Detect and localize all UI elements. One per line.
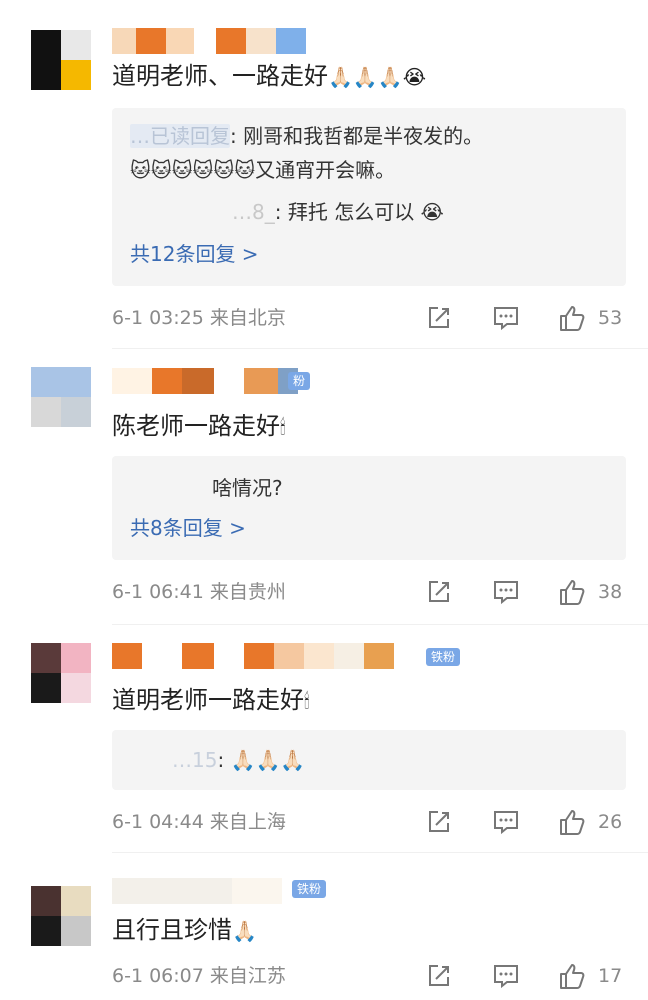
reply-item: …15: 🙏🏻🙏🏻🙏🏻 — [172, 748, 306, 772]
fan-badge: 铁粉 — [292, 880, 327, 898]
share-icon[interactable] — [426, 577, 452, 607]
reply-box[interactable]: 啥情况? 共8条回复 > — [112, 456, 626, 560]
reply-text: 刚哥和我哲都是半夜发的。 — [243, 124, 484, 148]
location: 来自江苏 — [209, 965, 286, 987]
location: 来自上海 — [209, 811, 286, 833]
candle-emoji: 🕯 — [304, 689, 310, 713]
reply-text: 🙏🏻🙏🏻🙏🏻 — [230, 748, 306, 772]
emoji: 🙏🏻 — [232, 919, 257, 943]
location: 来自北京 — [209, 307, 286, 329]
action-bar: 53 — [418, 303, 648, 333]
reply-item: 啥情况? — [212, 474, 283, 502]
reply-item: …8_: 拜托 怎么可以 😭 — [232, 200, 444, 224]
comment-meta: 6-1 06:07 来自江苏 — [112, 962, 286, 990]
fan-badge: 铁粉 — [426, 648, 461, 666]
share-icon[interactable] — [426, 303, 452, 333]
avatar[interactable] — [31, 367, 91, 427]
comment-icon[interactable] — [492, 577, 520, 607]
candle-emoji: 🕯 — [280, 415, 286, 439]
location: 来自贵州 — [209, 581, 286, 603]
comment-body: 道明老师、一路走好 — [112, 62, 328, 90]
reply-author[interactable]: …15 — [172, 748, 217, 772]
comment-meta: 6-1 03:25 来自北京 — [112, 304, 286, 332]
timestamp: 6-1 03:25 — [112, 307, 204, 329]
username-redacted[interactable] — [112, 643, 394, 669]
reply-item: 🐱🐱🐱🐱🐱🐱又通宵开会嘛。 — [130, 156, 395, 184]
reply-author[interactable]: …已读回复 — [130, 124, 230, 148]
action-bar: 17 — [418, 961, 648, 991]
username-redacted[interactable] — [112, 368, 298, 394]
timestamp: 6-1 06:07 — [112, 965, 204, 987]
reply-box[interactable]: …15: 🙏🏻🙏🏻🙏🏻 — [112, 730, 626, 790]
divider — [112, 852, 648, 853]
comment-body: 陈老师一路走好 — [112, 412, 280, 440]
reply-text: 啥情况? — [212, 476, 283, 500]
more-replies-link[interactable]: 共8条回复 > — [130, 514, 246, 542]
comment-icon[interactable] — [492, 807, 520, 837]
username-redacted[interactable] — [112, 878, 282, 904]
comment-text: 道明老师一路走好🕯 — [112, 684, 310, 717]
avatar[interactable] — [31, 30, 91, 90]
fan-badge: 粉 — [288, 372, 311, 390]
action-bar: 38 — [418, 577, 648, 607]
reply-text: 🐱🐱🐱🐱🐱🐱又通宵开会嘛。 — [130, 158, 396, 182]
action-bar: 26 — [418, 807, 648, 837]
like-count: 53 — [598, 307, 623, 329]
comment-icon[interactable] — [492, 303, 520, 333]
comment-body: 道明老师一路走好 — [112, 686, 304, 714]
reply-box[interactable]: …已读回复: 刚哥和我哲都是半夜发的。 🐱🐱🐱🐱🐱🐱又通宵开会嘛。 …8_: 拜… — [112, 108, 626, 286]
comment-text: 陈老师一路走好🕯 — [112, 410, 286, 443]
like-count: 17 — [598, 965, 623, 987]
more-replies-link[interactable]: 共12条回复 > — [130, 240, 259, 268]
reply-item: …已读回复: 刚哥和我哲都是半夜发的。 — [130, 124, 484, 148]
reply-text: 拜托 怎么可以 😭 — [287, 200, 444, 224]
timestamp: 6-1 04:44 — [112, 811, 204, 833]
comment-text: 道明老师、一路走好🙏🏻🙏🏻🙏🏻😭 — [112, 60, 426, 93]
reply-author[interactable]: …8_ — [232, 200, 275, 224]
divider — [112, 348, 648, 349]
comment-meta: 6-1 06:41 来自贵州 — [112, 578, 286, 606]
like-icon[interactable] — [558, 807, 588, 837]
like-icon[interactable] — [558, 577, 588, 607]
username-redacted[interactable] — [112, 28, 306, 54]
timestamp: 6-1 06:41 — [112, 581, 204, 603]
avatar[interactable] — [31, 643, 91, 703]
like-count: 26 — [598, 811, 623, 833]
like-count: 38 — [598, 581, 623, 603]
divider — [112, 624, 648, 625]
emoji: 🙏🏻🙏🏻🙏🏻😭 — [328, 65, 427, 89]
share-icon[interactable] — [426, 961, 452, 991]
share-icon[interactable] — [426, 807, 452, 837]
comment-icon[interactable] — [492, 961, 520, 991]
like-icon[interactable] — [558, 961, 588, 991]
comment-body: 且行且珍惜 — [112, 916, 232, 944]
comment-text: 且行且珍惜🙏🏻 — [112, 914, 257, 947]
comment-meta: 6-1 04:44 来自上海 — [112, 808, 286, 836]
avatar[interactable] — [31, 886, 91, 946]
like-icon[interactable] — [558, 303, 588, 333]
